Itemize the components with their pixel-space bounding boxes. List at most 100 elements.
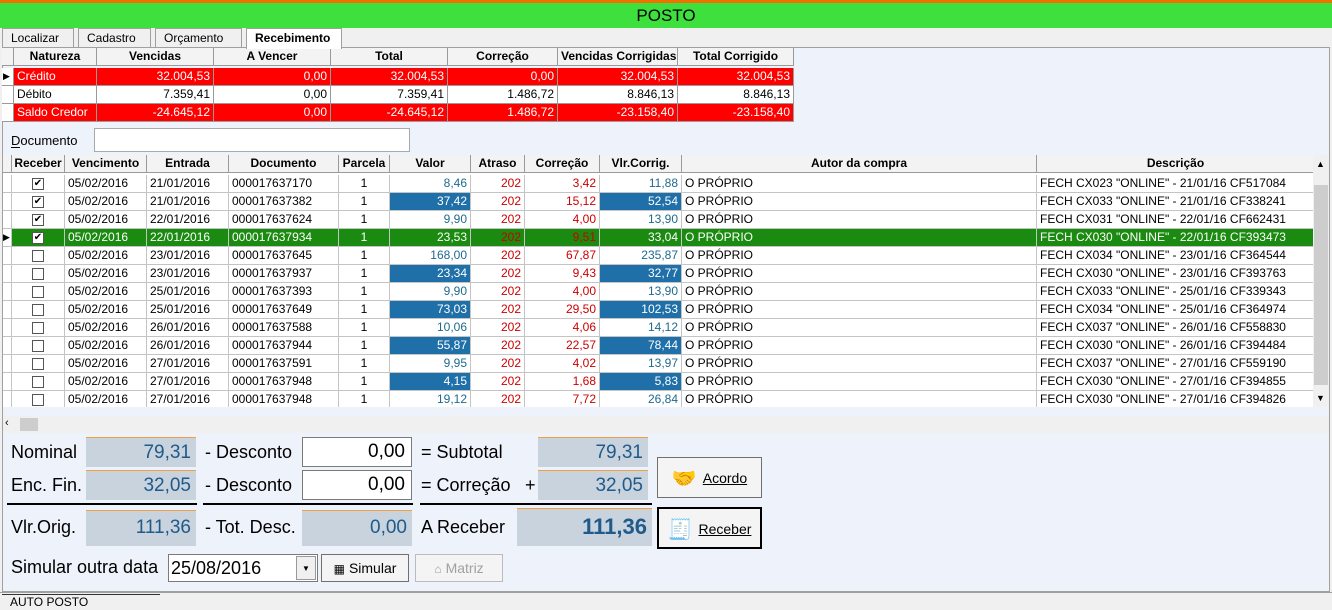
table-cell: 000017637588 <box>229 319 339 337</box>
table-cell: 67,87 <box>525 247 600 265</box>
scroll-left-icon[interactable]: ‹ <box>5 417 9 429</box>
acordo-button[interactable]: 🤝 Acordo <box>657 457 762 498</box>
summary-row-saldo[interactable]: Saldo Credor -24.645,12 0,00 -24.645,12 … <box>2 104 794 122</box>
col-vencimento[interactable]: Vencimento <box>65 155 147 173</box>
col-atraso[interactable]: Atraso <box>471 155 525 173</box>
table-cell: 4,06 <box>525 319 600 337</box>
row-pointer-icon: ▶ <box>2 68 14 86</box>
scroll-down-icon[interactable]: ▼ <box>1316 393 1325 403</box>
table-cell: 1,68 <box>525 373 600 391</box>
summary-header: Vencidas Corrigidas <box>558 48 678 66</box>
table-row[interactable]: 05/02/2016 27/01/2016 000017637591 1 9,95 202… <box>3 355 1315 373</box>
table-cell: 202 <box>471 265 525 283</box>
col-autor[interactable]: Autor da compra <box>682 155 1037 173</box>
col-parcela[interactable]: Parcela <box>339 155 390 173</box>
app-title: POSTO <box>636 6 696 25</box>
col-receber[interactable]: Receber <box>12 155 65 173</box>
col-documento[interactable]: Documento <box>229 155 339 173</box>
table-row[interactable]: 05/02/2016 25/01/2016 000017637393 1 9,90 202… <box>3 283 1315 301</box>
table-row[interactable]: 05/02/2016 23/01/2016 000017637645 1 168,00 2… <box>3 247 1315 265</box>
hscroll-thumb[interactable] <box>20 418 38 431</box>
table-cell: 05/02/2016 <box>65 175 147 193</box>
table-cell: 14,12 <box>600 319 682 337</box>
grid-vertical-scrollbar[interactable]: ▲ ▼ <box>1313 155 1329 407</box>
scroll-thumb[interactable] <box>1314 185 1328 385</box>
matriz-button[interactable]: ⌂ Matriz <box>415 554 503 582</box>
receber-checkbox[interactable] <box>32 321 44 334</box>
receber-button[interactable]: 🧾 Receber <box>657 507 762 549</box>
table-cell: 05/02/2016 <box>65 355 147 373</box>
receber-checkbox[interactable] <box>32 357 44 370</box>
scroll-up-icon[interactable]: ▲ <box>1316 159 1325 169</box>
col-vlr-corrig[interactable]: Vlr.Corrig. <box>600 155 682 173</box>
table-cell: 22/01/2016 <box>147 229 229 247</box>
table-cell: 1 <box>339 301 390 319</box>
receber-checkbox[interactable] <box>32 267 44 280</box>
table-row[interactable]: ✔ 05/02/2016 21/01/2016 000017637170 1 8,46 20… <box>3 175 1315 193</box>
table-cell: 102,53 <box>600 301 682 319</box>
summary-row-credito[interactable]: ▶ Crédito 32.004,53 0,00 32.004,53 0,00 … <box>2 68 794 86</box>
summary-cell: 32.004,53 <box>97 68 214 86</box>
summary-cell: 7.359,41 <box>97 86 214 104</box>
desconto1-input[interactable]: 0,00 <box>302 437 412 467</box>
receber-checkbox[interactable] <box>32 303 44 316</box>
grid-horizontal-scrollbar[interactable]: ‹ <box>3 416 1329 433</box>
table-cell: FECH CX033 "ONLINE" - 25/01/16 CF339343 <box>1037 283 1315 301</box>
table-cell: 202 <box>471 211 525 229</box>
table-row[interactable]: ✔ 05/02/2016 22/01/2016 000017637624 1 9,90 20… <box>3 211 1315 229</box>
table-row[interactable]: 05/02/2016 26/01/2016 000017637944 1 55,87 20… <box>3 337 1315 355</box>
simular-button[interactable]: ▦ Simular <box>321 554 409 582</box>
receber-checkbox[interactable]: ✔ <box>32 231 44 244</box>
table-cell: 9,95 <box>390 355 471 373</box>
table-row[interactable]: 05/02/2016 25/01/2016 000017637649 1 73,03 20… <box>3 301 1315 319</box>
table-row[interactable]: 05/02/2016 27/01/2016 000017637948 1 4,15 202… <box>3 373 1315 391</box>
table-row[interactable]: ▶ ✔ 05/02/2016 22/01/2016 000017637934 1 23,53… <box>3 229 1315 247</box>
table-cell: 1 <box>339 265 390 283</box>
status-bar <box>0 592 1332 610</box>
tab-orcamento[interactable]: Orçamento <box>155 28 242 48</box>
col-valor[interactable]: Valor <box>390 155 471 173</box>
table-cell: FECH CX023 "ONLINE" - 21/01/16 CF517084 <box>1037 175 1315 193</box>
col-descricao[interactable]: Descrição <box>1037 155 1315 173</box>
table-row[interactable]: 05/02/2016 27/01/2016 000017637948 1 19,12 20… <box>3 391 1315 407</box>
table-row[interactable]: 05/02/2016 23/01/2016 000017637937 1 23,34 20… <box>3 265 1315 283</box>
col-correcao[interactable]: Correção <box>525 155 600 173</box>
subtotal-label: = Subtotal <box>421 442 503 462</box>
receber-checkbox[interactable]: ✔ <box>32 213 44 226</box>
chevron-down-icon[interactable]: ▼ <box>296 556 316 580</box>
receber-checkbox[interactable] <box>32 393 44 406</box>
receber-checkbox[interactable]: ✔ <box>32 195 44 208</box>
status-tab[interactable]: AUTO POSTO <box>2 594 160 610</box>
tab-recebimento[interactable]: Recebimento <box>246 28 342 49</box>
table-cell: 202 <box>471 175 525 193</box>
table-cell: 000017637645 <box>229 247 339 265</box>
summary-cell: 1.486,72 <box>448 86 558 104</box>
table-cell: O PRÓPRIO <box>682 229 1037 247</box>
table-cell: 000017637937 <box>229 265 339 283</box>
receber-checkbox[interactable] <box>32 339 44 352</box>
table-cell: 000017637649 <box>229 301 339 319</box>
receber-checkbox[interactable] <box>32 375 44 388</box>
table-cell: 5,83 <box>600 373 682 391</box>
receber-checkbox[interactable] <box>32 249 44 262</box>
receber-checkbox[interactable] <box>32 285 44 298</box>
table-cell: 05/02/2016 <box>65 247 147 265</box>
summary-row-debito[interactable]: Débito 7.359,41 0,00 7.359,41 1.486,72 8… <box>2 86 794 104</box>
row-indicator <box>3 175 12 193</box>
receber-checkbox[interactable]: ✔ <box>32 177 44 190</box>
receber-cell: ✔ <box>12 193 65 211</box>
table-cell: 55,87 <box>390 337 471 355</box>
documento-input[interactable] <box>94 128 410 152</box>
summary-header: Total <box>331 48 448 66</box>
desconto2-input[interactable]: 0,00 <box>302 470 412 500</box>
simular-date-picker[interactable]: 25/08/2016 ▼ <box>168 554 318 582</box>
summary-cell: 8.846,13 <box>558 86 678 104</box>
desconto2-label: - Desconto <box>205 475 293 495</box>
col-entrada[interactable]: Entrada <box>147 155 229 173</box>
tab-localizar[interactable]: Localizar <box>2 28 74 48</box>
table-cell: 05/02/2016 <box>65 265 147 283</box>
table-row[interactable]: ✔ 05/02/2016 21/01/2016 000017637382 1 37,42 2… <box>3 193 1315 211</box>
receber-cell: ✔ <box>12 175 65 193</box>
tab-cadastro[interactable]: Cadastro <box>78 28 151 48</box>
table-row[interactable]: 05/02/2016 26/01/2016 000017637588 1 10,06 20… <box>3 319 1315 337</box>
